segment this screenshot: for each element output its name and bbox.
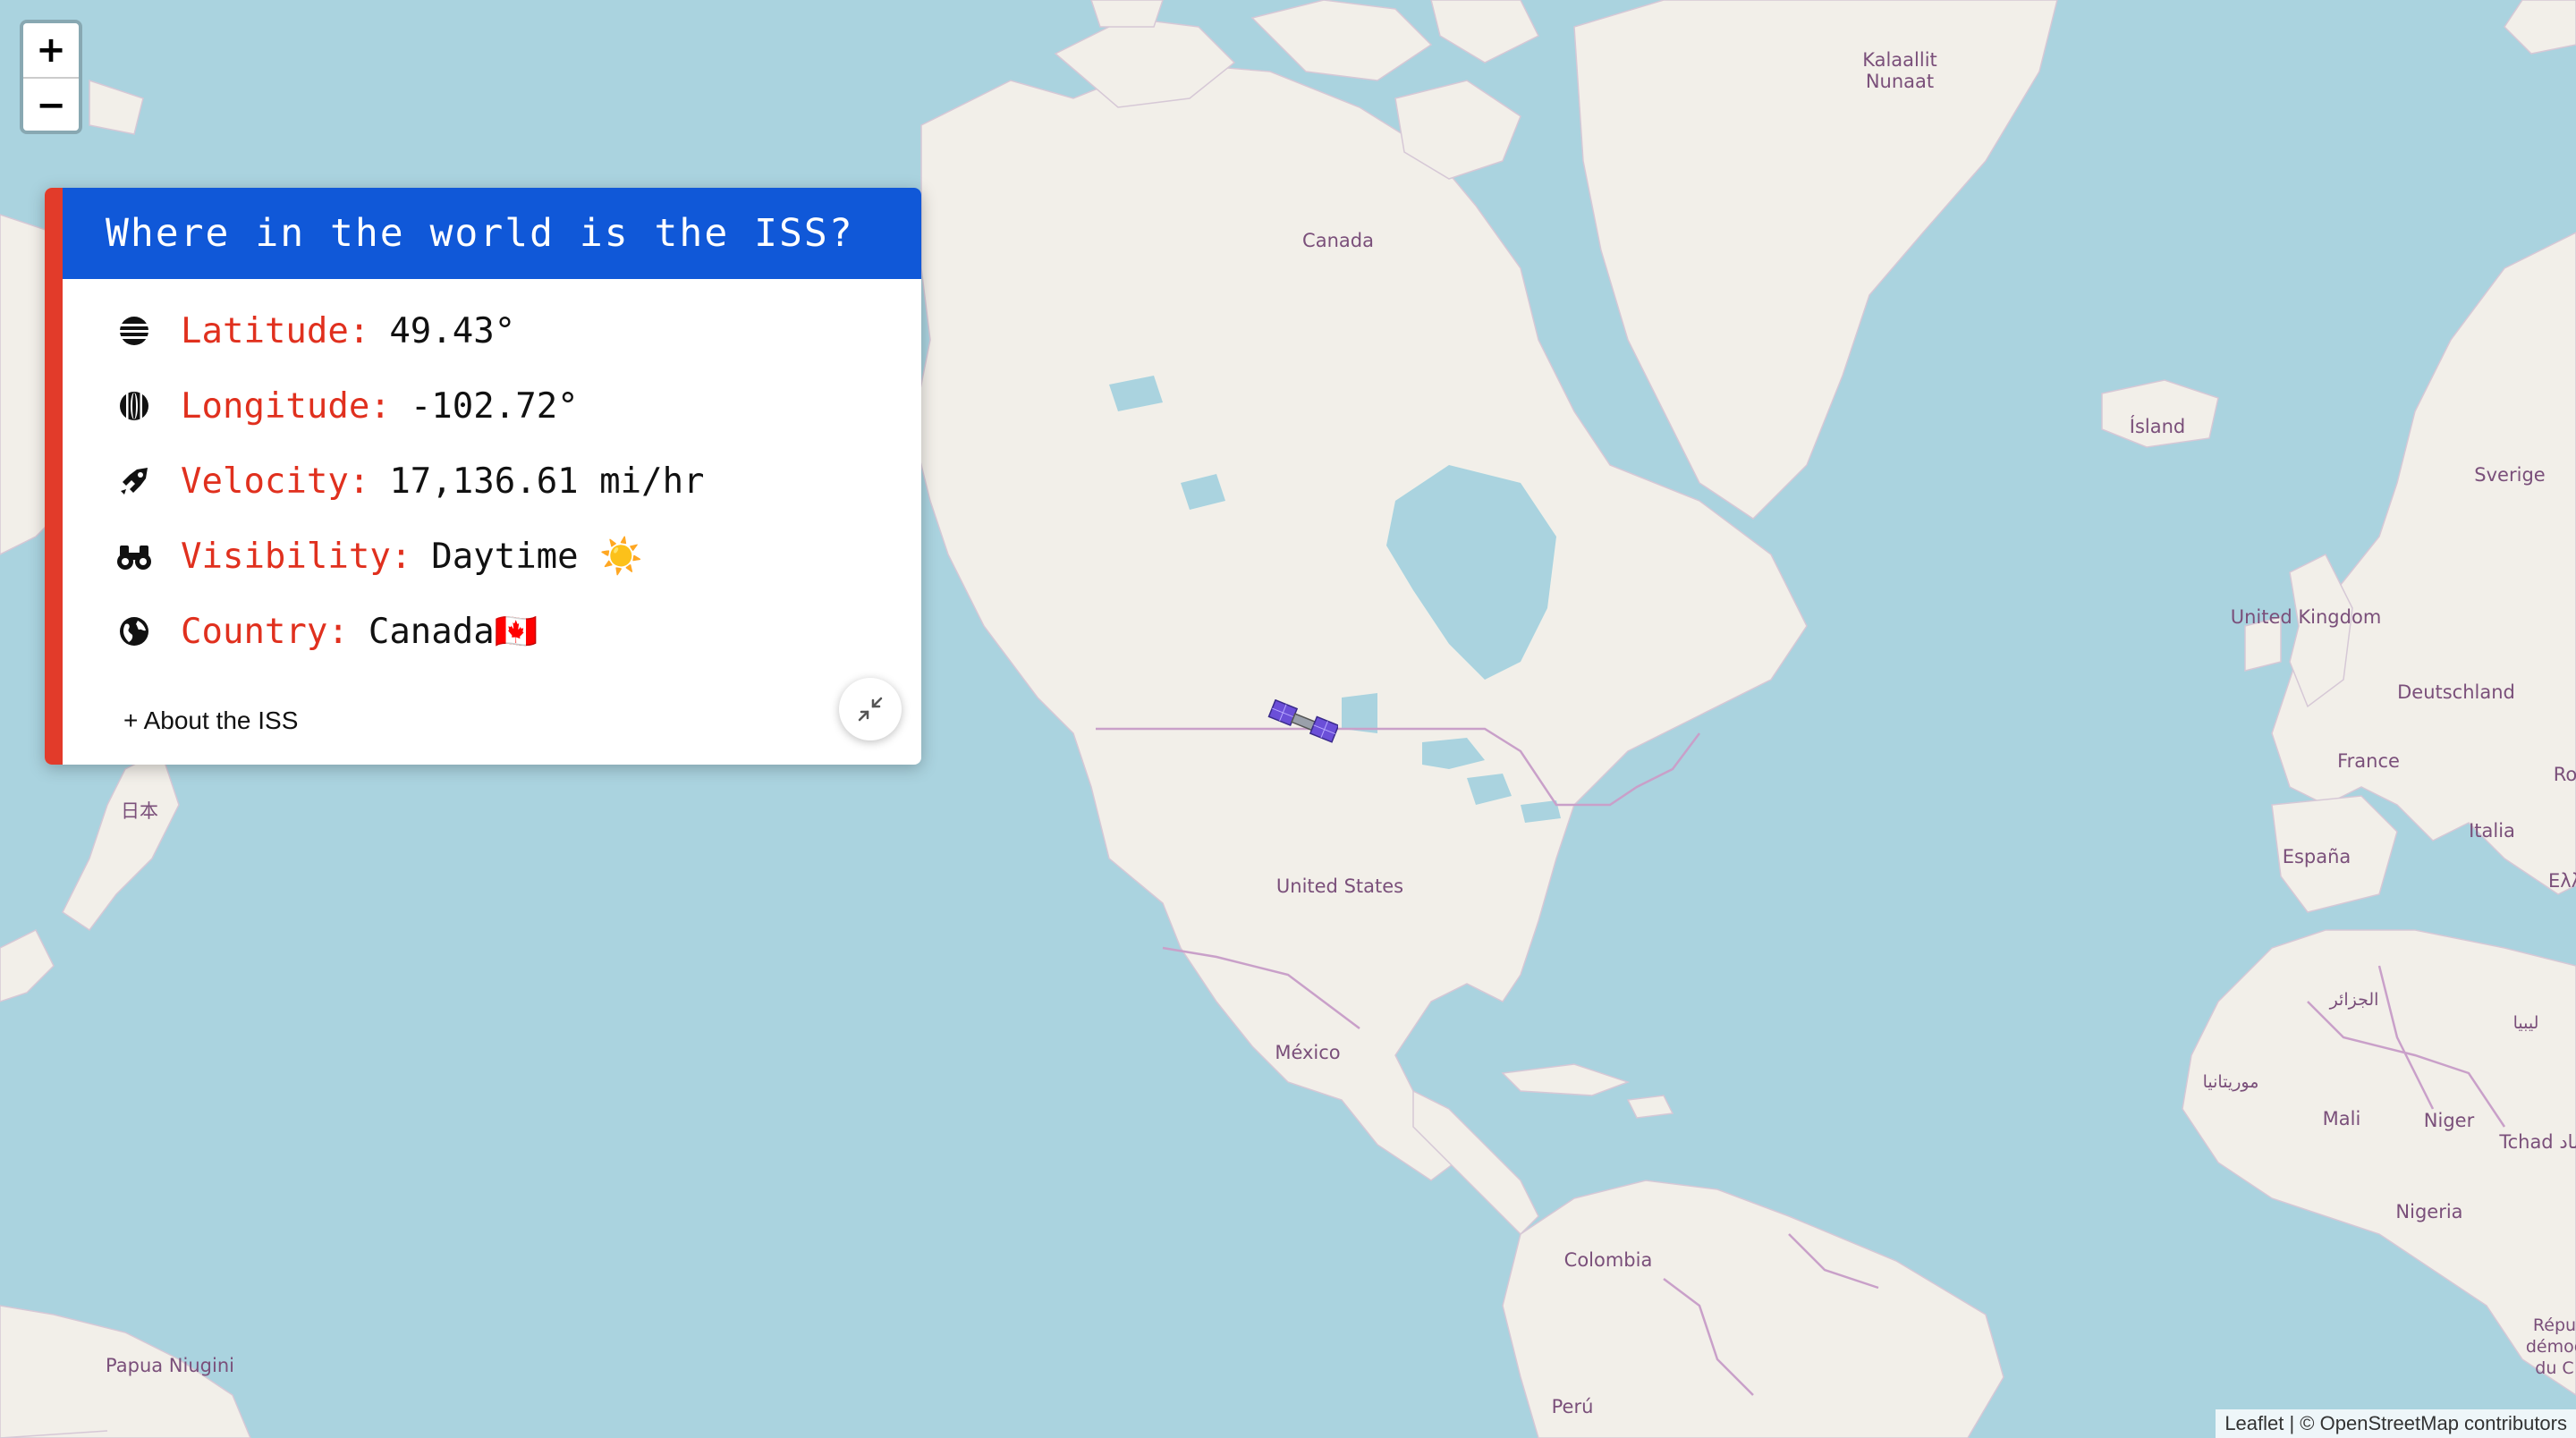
zoom-control: + − [20, 20, 82, 134]
meridian-icon [114, 386, 154, 426]
label-algeria: الجزائر [2329, 990, 2379, 1010]
label-uk: United Kingdom [2231, 606, 2382, 628]
label-sweden: Sverige [2474, 464, 2545, 486]
info-rows: Latitude: 49.43° Longitude: -102.72° Vel… [114, 293, 705, 669]
globe-lines-icon [114, 311, 154, 351]
label-iceland: Ísland [2130, 415, 2185, 437]
collapse-arrows-icon [858, 697, 883, 722]
label-niger: Niger [2424, 1110, 2475, 1131]
latitude-value: 49.43° [389, 310, 516, 351]
label-nigeria: Nigeria [2395, 1201, 2462, 1222]
iss-info-panel: Where in the world is the ISS? Latitude:… [45, 188, 921, 765]
zoom-in-button[interactable]: + [23, 23, 79, 77]
country-label: Country: [181, 611, 349, 652]
longitude-label: Longitude: [181, 385, 391, 427]
label-ro: Ro [2554, 764, 2576, 785]
latitude-label: Latitude: [181, 310, 370, 351]
rocket-icon [114, 461, 154, 501]
velocity-label: Velocity: [181, 461, 370, 502]
label-germany: Deutschland [2397, 681, 2515, 703]
label-mali: Mali [2323, 1108, 2361, 1129]
visibility-row: Visibility: Daytime ☀️ [114, 519, 705, 594]
about-iss-toggle[interactable]: + About the ISS [123, 706, 298, 735]
label-png: Papua Niugini [106, 1355, 234, 1376]
binoculars-icon [114, 537, 154, 576]
label-spain: España [2283, 846, 2351, 867]
iss-satellite-icon[interactable] [1267, 699, 1338, 749]
label-peru: Perú [1552, 1396, 1594, 1417]
latitude-row: Latitude: 49.43° [114, 293, 705, 368]
panel-title: Where in the world is the ISS? [63, 188, 921, 279]
label-greenland: Kalaallit Nunaat [1862, 49, 1937, 92]
label-mauritania: موريتانيا [2203, 1072, 2259, 1092]
visibility-label: Visibility: [181, 536, 412, 577]
country-value: Canada🇨🇦 [368, 612, 538, 652]
label-france: France [2337, 750, 2400, 772]
label-greece: Ελλ [2548, 870, 2576, 892]
label-mexico: México [1275, 1042, 1340, 1063]
country-row: Country: Canada🇨🇦 [114, 594, 705, 669]
label-japan: 日本 [121, 800, 158, 822]
label-chad: Tchad تشاد [2498, 1131, 2576, 1153]
map-attribution[interactable]: Leaflet | © OpenStreetMap contributors [2216, 1409, 2576, 1438]
panel-accent-stripe [45, 188, 63, 765]
visibility-value: Daytime ☀️ [431, 537, 643, 577]
label-libya: ليبيا [2513, 1013, 2539, 1033]
label-italy: Italia [2469, 820, 2515, 842]
globe-icon [114, 612, 154, 651]
collapse-button[interactable] [839, 678, 902, 740]
velocity-value: 17,136.61 mi/hr [389, 461, 705, 502]
label-colombia: Colombia [1564, 1249, 1653, 1271]
longitude-row: Longitude: -102.72° [114, 368, 705, 444]
longitude-value: -102.72° [410, 385, 579, 427]
velocity-row: Velocity: 17,136.61 mi/hr [114, 444, 705, 519]
zoom-out-button[interactable]: − [23, 77, 79, 131]
label-usa: United States [1276, 875, 1403, 897]
label-canada: Canada [1302, 230, 1374, 251]
